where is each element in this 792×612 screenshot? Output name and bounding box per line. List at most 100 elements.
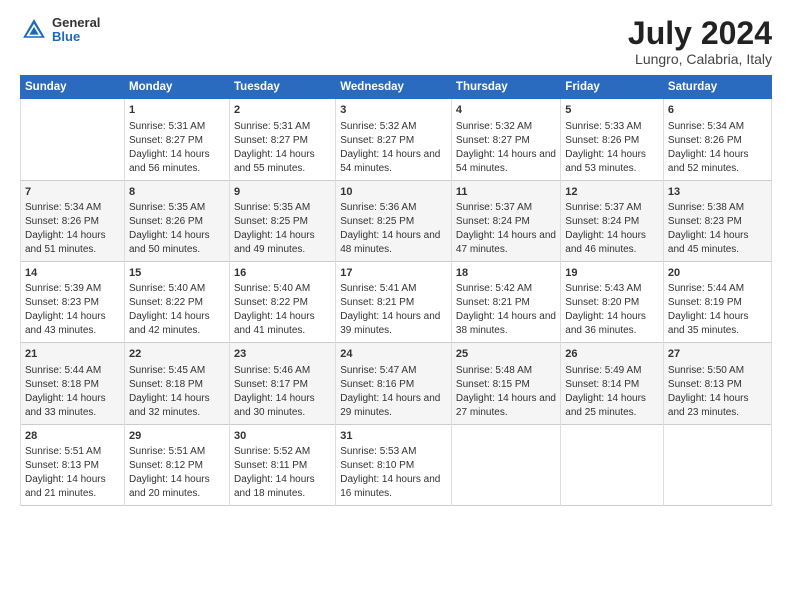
col-friday: Friday <box>561 76 664 99</box>
cell-2-5: 19 Sunrise: 5:43 AMSunset: 8:20 PMDaylig… <box>561 261 664 342</box>
calendar-header-row: Sunday Monday Tuesday Wednesday Thursday… <box>21 76 772 99</box>
day-number: 26 <box>565 347 659 362</box>
cell-3-0: 21 Sunrise: 5:44 AMSunset: 8:18 PMDaylig… <box>21 343 125 424</box>
cell-info: Sunrise: 5:47 AMSunset: 8:16 PMDaylight:… <box>340 364 447 420</box>
cell-2-1: 15 Sunrise: 5:40 AMSunset: 8:22 PMDaylig… <box>125 261 230 342</box>
day-number: 10 <box>340 185 447 200</box>
cell-0-2: 2 Sunrise: 5:31 AMSunset: 8:27 PMDayligh… <box>230 99 336 180</box>
day-number: 27 <box>668 347 767 362</box>
day-number: 31 <box>340 429 447 444</box>
cell-info: Sunrise: 5:32 AMSunset: 8:27 PMDaylight:… <box>456 120 556 176</box>
day-number: 23 <box>234 347 331 362</box>
cell-3-2: 23 Sunrise: 5:46 AMSunset: 8:17 PMDaylig… <box>230 343 336 424</box>
week-row-2: 14 Sunrise: 5:39 AMSunset: 8:23 PMDaylig… <box>21 261 772 342</box>
title-block: July 2024 Lungro, Calabria, Italy <box>628 16 772 67</box>
logo-blue-text: Blue <box>52 30 100 44</box>
cell-info: Sunrise: 5:32 AMSunset: 8:27 PMDaylight:… <box>340 120 447 176</box>
cell-3-3: 24 Sunrise: 5:47 AMSunset: 8:16 PMDaylig… <box>336 343 452 424</box>
day-number: 29 <box>129 429 225 444</box>
cell-3-1: 22 Sunrise: 5:45 AMSunset: 8:18 PMDaylig… <box>125 343 230 424</box>
cell-0-0 <box>21 99 125 180</box>
cell-0-5: 5 Sunrise: 5:33 AMSunset: 8:26 PMDayligh… <box>561 99 664 180</box>
cell-info: Sunrise: 5:42 AMSunset: 8:21 PMDaylight:… <box>456 282 556 338</box>
cell-0-4: 4 Sunrise: 5:32 AMSunset: 8:27 PMDayligh… <box>451 99 560 180</box>
cell-1-3: 10 Sunrise: 5:36 AMSunset: 8:25 PMDaylig… <box>336 180 452 261</box>
cell-info: Sunrise: 5:36 AMSunset: 8:25 PMDaylight:… <box>340 201 447 257</box>
logo-text: General Blue <box>52 16 100 45</box>
cell-2-4: 18 Sunrise: 5:42 AMSunset: 8:21 PMDaylig… <box>451 261 560 342</box>
day-number: 3 <box>340 103 447 118</box>
day-number: 5 <box>565 103 659 118</box>
cell-3-5: 26 Sunrise: 5:49 AMSunset: 8:14 PMDaylig… <box>561 343 664 424</box>
cell-info: Sunrise: 5:34 AMSunset: 8:26 PMDaylight:… <box>25 201 120 257</box>
page: General Blue July 2024 Lungro, Calabria,… <box>0 0 792 612</box>
cell-3-6: 27 Sunrise: 5:50 AMSunset: 8:13 PMDaylig… <box>663 343 771 424</box>
cell-1-0: 7 Sunrise: 5:34 AMSunset: 8:26 PMDayligh… <box>21 180 125 261</box>
logo: General Blue <box>20 16 100 45</box>
day-number: 9 <box>234 185 331 200</box>
cell-info: Sunrise: 5:43 AMSunset: 8:20 PMDaylight:… <box>565 282 659 338</box>
cell-4-5 <box>561 424 664 505</box>
day-number: 6 <box>668 103 767 118</box>
cell-4-3: 31 Sunrise: 5:53 AMSunset: 8:10 PMDaylig… <box>336 424 452 505</box>
cell-info: Sunrise: 5:45 AMSunset: 8:18 PMDaylight:… <box>129 364 225 420</box>
cell-info: Sunrise: 5:35 AMSunset: 8:25 PMDaylight:… <box>234 201 331 257</box>
cell-4-4 <box>451 424 560 505</box>
cell-info: Sunrise: 5:50 AMSunset: 8:13 PMDaylight:… <box>668 364 767 420</box>
cell-info: Sunrise: 5:31 AMSunset: 8:27 PMDaylight:… <box>129 120 225 176</box>
header: General Blue July 2024 Lungro, Calabria,… <box>20 16 772 67</box>
day-number: 7 <box>25 185 120 200</box>
day-number: 18 <box>456 266 556 281</box>
day-number: 2 <box>234 103 331 118</box>
week-row-3: 21 Sunrise: 5:44 AMSunset: 8:18 PMDaylig… <box>21 343 772 424</box>
cell-info: Sunrise: 5:34 AMSunset: 8:26 PMDaylight:… <box>668 120 767 176</box>
day-number: 21 <box>25 347 120 362</box>
cell-info: Sunrise: 5:40 AMSunset: 8:22 PMDaylight:… <box>234 282 331 338</box>
cell-info: Sunrise: 5:52 AMSunset: 8:11 PMDaylight:… <box>234 445 331 501</box>
cell-info: Sunrise: 5:38 AMSunset: 8:23 PMDaylight:… <box>668 201 767 257</box>
cell-4-1: 29 Sunrise: 5:51 AMSunset: 8:12 PMDaylig… <box>125 424 230 505</box>
cell-info: Sunrise: 5:41 AMSunset: 8:21 PMDaylight:… <box>340 282 447 338</box>
subtitle: Lungro, Calabria, Italy <box>628 51 772 67</box>
col-tuesday: Tuesday <box>230 76 336 99</box>
col-monday: Monday <box>125 76 230 99</box>
cell-info: Sunrise: 5:51 AMSunset: 8:13 PMDaylight:… <box>25 445 120 501</box>
cell-1-5: 12 Sunrise: 5:37 AMSunset: 8:24 PMDaylig… <box>561 180 664 261</box>
day-number: 28 <box>25 429 120 444</box>
cell-0-3: 3 Sunrise: 5:32 AMSunset: 8:27 PMDayligh… <box>336 99 452 180</box>
cell-0-1: 1 Sunrise: 5:31 AMSunset: 8:27 PMDayligh… <box>125 99 230 180</box>
cell-4-2: 30 Sunrise: 5:52 AMSunset: 8:11 PMDaylig… <box>230 424 336 505</box>
cell-1-2: 9 Sunrise: 5:35 AMSunset: 8:25 PMDayligh… <box>230 180 336 261</box>
cell-2-2: 16 Sunrise: 5:40 AMSunset: 8:22 PMDaylig… <box>230 261 336 342</box>
cell-info: Sunrise: 5:49 AMSunset: 8:14 PMDaylight:… <box>565 364 659 420</box>
cell-info: Sunrise: 5:37 AMSunset: 8:24 PMDaylight:… <box>456 201 556 257</box>
cell-1-1: 8 Sunrise: 5:35 AMSunset: 8:26 PMDayligh… <box>125 180 230 261</box>
calendar-table: Sunday Monday Tuesday Wednesday Thursday… <box>20 75 772 506</box>
cell-info: Sunrise: 5:53 AMSunset: 8:10 PMDaylight:… <box>340 445 447 501</box>
day-number: 25 <box>456 347 556 362</box>
cell-info: Sunrise: 5:51 AMSunset: 8:12 PMDaylight:… <box>129 445 225 501</box>
day-number: 16 <box>234 266 331 281</box>
day-number: 4 <box>456 103 556 118</box>
cell-3-4: 25 Sunrise: 5:48 AMSunset: 8:15 PMDaylig… <box>451 343 560 424</box>
day-number: 1 <box>129 103 225 118</box>
week-row-0: 1 Sunrise: 5:31 AMSunset: 8:27 PMDayligh… <box>21 99 772 180</box>
col-sunday: Sunday <box>21 76 125 99</box>
cell-2-3: 17 Sunrise: 5:41 AMSunset: 8:21 PMDaylig… <box>336 261 452 342</box>
day-number: 8 <box>129 185 225 200</box>
cell-info: Sunrise: 5:44 AMSunset: 8:19 PMDaylight:… <box>668 282 767 338</box>
col-thursday: Thursday <box>451 76 560 99</box>
cell-info: Sunrise: 5:35 AMSunset: 8:26 PMDaylight:… <box>129 201 225 257</box>
day-number: 22 <box>129 347 225 362</box>
cell-info: Sunrise: 5:48 AMSunset: 8:15 PMDaylight:… <box>456 364 556 420</box>
day-number: 17 <box>340 266 447 281</box>
cell-info: Sunrise: 5:33 AMSunset: 8:26 PMDaylight:… <box>565 120 659 176</box>
cell-4-0: 28 Sunrise: 5:51 AMSunset: 8:13 PMDaylig… <box>21 424 125 505</box>
cell-1-4: 11 Sunrise: 5:37 AMSunset: 8:24 PMDaylig… <box>451 180 560 261</box>
logo-icon <box>20 16 48 44</box>
cell-0-6: 6 Sunrise: 5:34 AMSunset: 8:26 PMDayligh… <box>663 99 771 180</box>
day-number: 14 <box>25 266 120 281</box>
cell-2-6: 20 Sunrise: 5:44 AMSunset: 8:19 PMDaylig… <box>663 261 771 342</box>
col-wednesday: Wednesday <box>336 76 452 99</box>
week-row-4: 28 Sunrise: 5:51 AMSunset: 8:13 PMDaylig… <box>21 424 772 505</box>
